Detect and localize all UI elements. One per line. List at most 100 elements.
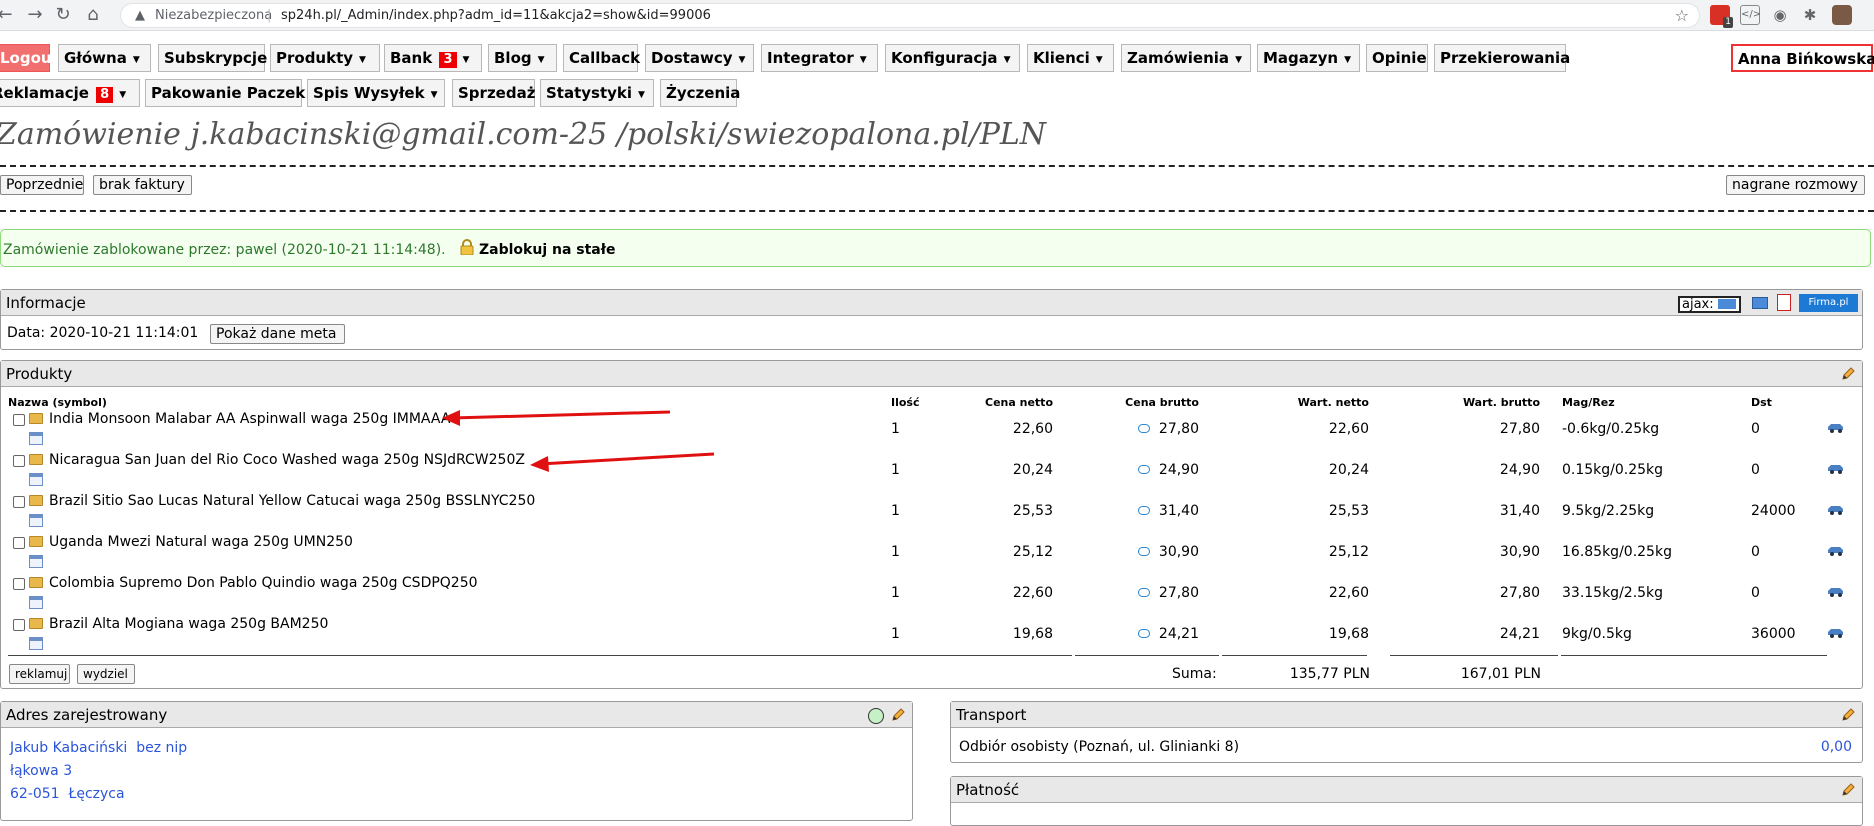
customer-name[interactable]: Jakub Kabaciński bez nip	[10, 740, 187, 756]
menu-reklamacje[interactable]: Reklamacje 8 ▼	[0, 79, 140, 107]
menu-bank-label: Bank	[390, 49, 433, 67]
customer-city[interactable]: 62-051 Łęczyca	[10, 786, 125, 802]
export-icon[interactable]	[1752, 297, 1768, 309]
page-title: Zamówienie j.kabacinski@gmail.com-25 /po…	[0, 117, 1047, 152]
menu-zyczenia[interactable]: Życzenia	[660, 79, 740, 107]
folder-icon[interactable]	[29, 454, 43, 465]
calendar-icon[interactable]	[29, 555, 43, 568]
lock-permanently-link[interactable]: Zablokuj na stałe	[479, 242, 615, 258]
info-panel-title: Informacje	[1, 290, 1862, 316]
delivery-car-icon[interactable]	[1827, 627, 1845, 639]
product-name[interactable]: Nicaragua San Juan del Rio Coco Washed w…	[49, 452, 525, 468]
row-checkbox[interactable]	[13, 455, 25, 467]
menu-bank[interactable]: Bank 3 ▼	[384, 44, 482, 72]
product-name[interactable]: Uganda Mwezi Natural waga 250g UMN250	[49, 534, 353, 550]
menu-sprzedaz[interactable]: Sprzedaż	[452, 79, 535, 107]
product-name[interactable]: Brazil Sitio Sao Lucas Natural Yellow Ca…	[49, 493, 535, 509]
menu-statystyki[interactable]: Statystyki ▼	[540, 79, 654, 107]
menu-magazyn[interactable]: Magazyn ▼	[1257, 44, 1360, 72]
edit-pencil-icon[interactable]	[1841, 366, 1856, 381]
customer-street[interactable]: łąkowa 3	[10, 763, 72, 779]
row-checkbox[interactable]	[13, 414, 25, 426]
edit-pencil-icon[interactable]	[1841, 782, 1856, 797]
transport-price[interactable]: 0,00	[1821, 739, 1852, 755]
row-checkbox[interactable]	[13, 537, 25, 549]
delivery-car-icon[interactable]	[1827, 545, 1845, 557]
product-name[interactable]: India Monsoon Malabar AA Aspinwall waga …	[49, 411, 450, 427]
forward-icon[interactable]: →	[24, 4, 46, 26]
code-icon[interactable]: </>	[1740, 5, 1761, 25]
chevron-down-icon: ▼	[119, 90, 127, 100]
comment-icon[interactable]	[1138, 588, 1150, 597]
reklamuj-button[interactable]: reklamuj	[9, 664, 70, 684]
comment-icon[interactable]	[1138, 629, 1150, 638]
menu-callback[interactable]: Callback	[563, 44, 640, 72]
menu-opinie[interactable]: Opinie	[1366, 44, 1428, 72]
delivery-car-icon[interactable]	[1827, 463, 1845, 475]
comment-icon[interactable]	[1138, 506, 1150, 515]
cell-dst: 0	[1751, 544, 1760, 560]
folder-icon[interactable]	[29, 413, 43, 424]
menu-konfiguracja[interactable]: Konfiguracja ▼	[885, 44, 1020, 72]
row-checkbox[interactable]	[13, 578, 25, 590]
folder-icon[interactable]	[29, 495, 43, 506]
folder-icon[interactable]	[29, 536, 43, 547]
menu-zamowienia[interactable]: Zamówienia ▼	[1121, 44, 1251, 72]
profile-avatar[interactable]	[1832, 5, 1852, 25]
user-button[interactable]: Anna Bińkowska	[1731, 44, 1874, 72]
menu-integrator[interactable]: Integrator ▼	[761, 44, 878, 72]
menu-spis-wysylek[interactable]: Spis Wysyłek ▼	[307, 79, 445, 107]
delivery-car-icon[interactable]	[1827, 422, 1845, 434]
menu-pakowanie[interactable]: Pakowanie Paczek	[145, 79, 305, 107]
show-meta-button[interactable]: Pokaż dane meta	[210, 324, 345, 344]
row-checkbox[interactable]	[13, 496, 25, 508]
calendar-icon[interactable]	[29, 637, 43, 650]
calendar-icon[interactable]	[29, 596, 43, 609]
product-name[interactable]: Brazil Alta Mogiana waga 250g BAM250	[49, 616, 328, 632]
wydziel-button[interactable]: wydziel	[77, 664, 135, 684]
folder-icon[interactable]	[29, 618, 43, 629]
recorded-calls-button[interactable]: nagrane rozmowy	[1726, 175, 1865, 195]
row-checkbox[interactable]	[13, 619, 25, 631]
extension-icon[interactable]: 1	[1710, 5, 1733, 28]
no-invoice-button[interactable]: brak faktury	[93, 175, 192, 195]
edit-pencil-icon[interactable]	[1841, 707, 1856, 722]
address-bar[interactable]: ▲ Niezabezpieczona | sp24h.pl/_Admin/ind…	[120, 3, 1700, 28]
cell-stock: 33.15kg/2.5kg	[1562, 585, 1664, 601]
home-icon[interactable]: ⌂	[82, 4, 104, 26]
puzzle-icon[interactable]: ✱	[1800, 5, 1820, 25]
menu-dostawcy[interactable]: Dostawcy ▼	[645, 44, 754, 72]
pdf-icon[interactable]	[1777, 294, 1791, 311]
menu-klienci[interactable]: Klienci ▼	[1027, 44, 1114, 72]
bookmark-star-icon[interactable]: ☆	[1675, 6, 1689, 25]
comment-icon[interactable]	[1138, 424, 1150, 433]
calendar-icon[interactable]	[29, 473, 43, 486]
logout-button[interactable]: Logout	[0, 44, 59, 72]
previous-button[interactable]: Poprzednie	[0, 175, 84, 195]
calendar-icon[interactable]	[29, 432, 43, 445]
calendar-icon[interactable]	[29, 514, 43, 527]
delivery-car-icon[interactable]	[1827, 504, 1845, 516]
firma-logo[interactable]: Firma.pl	[1799, 294, 1858, 312]
ajax-box[interactable]: ajax:	[1678, 296, 1741, 313]
cell-net: 22,60	[1012, 585, 1053, 601]
menu-subskrypcje[interactable]: Subskrypcje	[158, 44, 267, 72]
camera-icon[interactable]: ◉	[1770, 5, 1790, 25]
menu-przekierowania[interactable]: Przekierowania	[1434, 44, 1570, 72]
edit-pencil-icon[interactable]	[891, 707, 906, 722]
menu-glowna[interactable]: Główna ▼	[58, 44, 151, 72]
security-label: Niezabezpieczona	[155, 8, 273, 23]
transport-panel: Transport Odbiór osobisty (Poznań, ul. G…	[950, 701, 1863, 763]
product-name[interactable]: Colombia Supremo Don Pablo Quindio waga …	[49, 575, 478, 591]
url-text[interactable]: sp24h.pl/_Admin/index.php?adm_id=11&akcj…	[281, 8, 711, 23]
menu-blog[interactable]: Blog ▼	[488, 44, 557, 72]
back-icon[interactable]: ←	[0, 4, 16, 26]
menu-produkty[interactable]: Produkty ▼	[270, 44, 380, 72]
comment-icon[interactable]	[1138, 547, 1150, 556]
reload-icon[interactable]: ↻	[52, 4, 74, 26]
delivery-car-icon[interactable]	[1827, 586, 1845, 598]
comment-icon[interactable]	[1138, 465, 1150, 474]
col-val-gross: Wart. brutto	[1462, 396, 1540, 409]
cell-net: 22,60	[1012, 421, 1053, 437]
folder-icon[interactable]	[29, 577, 43, 588]
